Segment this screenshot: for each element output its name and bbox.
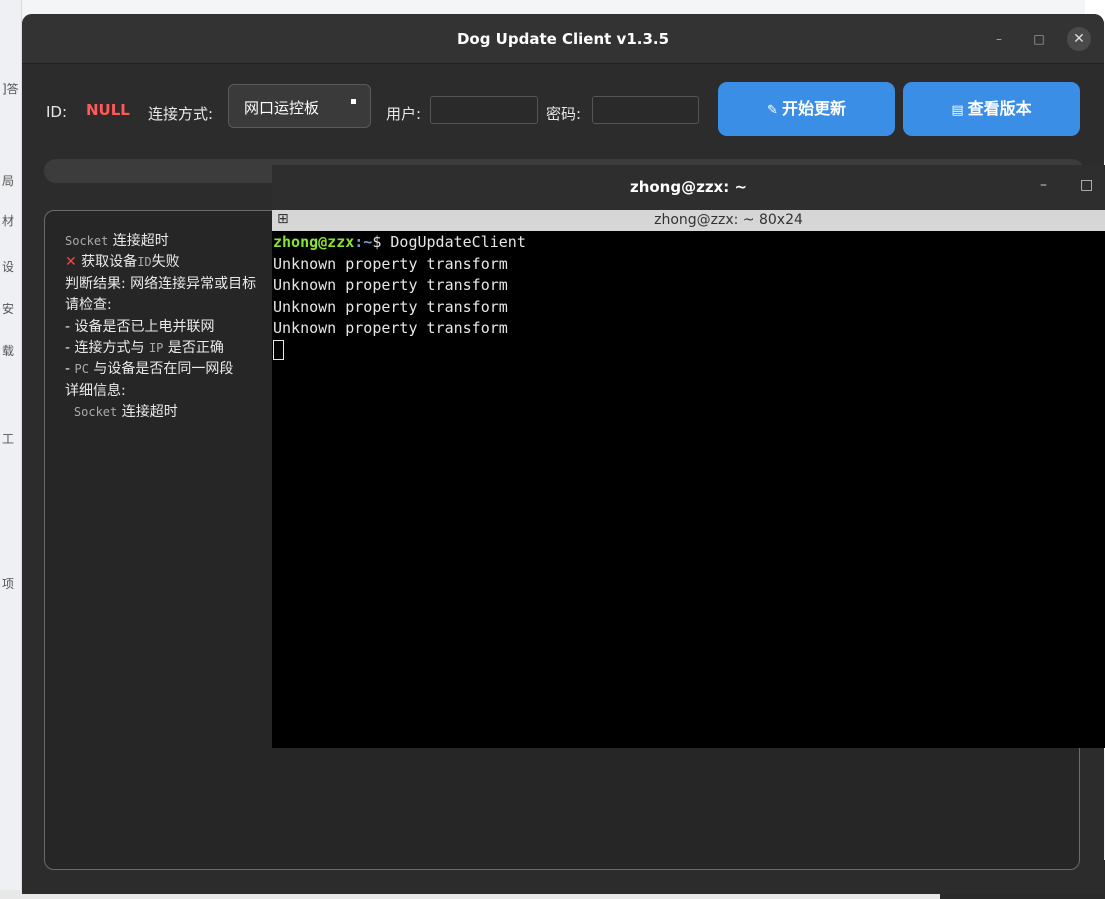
start-update-label: 开始更新 [781,99,846,118]
terminal-maximize-button[interactable]: □ [1080,177,1093,193]
terminal-titlebar[interactable]: zhong@zzx: ~ – □ [272,165,1105,210]
terminal-prompt-line: zhong@zzx:~$ DogUpdateClient [273,232,1105,254]
prompt-user: zhong@zzx [273,233,355,251]
background-glyph: 材 [2,214,15,228]
log-line: 判断结果: 网络连接异常或目标 [65,275,257,292]
log-line: 详细信息: [65,382,126,399]
terminal-minimize-button[interactable]: – [1040,177,1047,193]
connection-select[interactable]: 网口运控板 [228,84,371,128]
close-button[interactable]: ✕ [1067,27,1091,51]
password-label: 密码: [546,105,582,123]
terminal-output-line: Unknown property transform [273,319,508,338]
pencil-icon: ✎ [767,103,778,118]
background-glyph: 设 [2,260,15,274]
background-glyph: ]答 [2,82,19,96]
background-window-strip: ]答 局 材 设 安 载 工 项 [0,0,22,899]
log-line: - 设备是否已上电并联网 [65,318,215,335]
connection-label: 连接方式: [148,105,214,123]
start-update-button[interactable]: ✎ 开始更新 [718,82,895,136]
id-value: NULL [86,101,130,119]
log-line: - PC 与设备是否在同一网段 [65,361,234,378]
terminal-output-line: Unknown property transform [273,254,508,273]
maximize-button[interactable]: □ [1027,27,1051,51]
terminal-output-line: Unknown property transform [273,276,508,295]
log-line: 请检查: [65,297,112,314]
log-line: - 连接方式与 IP 是否正确 [65,340,224,357]
app-titlebar[interactable]: Dog Update Client v1.3.5 – □ ✕ [22,14,1104,64]
background-glyph: 安 [2,302,15,316]
log-line: Socket 连接超时 [65,233,169,249]
terminal-output-line: Unknown property transform [273,297,508,316]
view-version-button[interactable]: ▤ 查看版本 [903,82,1080,136]
background-glyph: 项 [2,577,15,591]
background-glyph: 局 [2,174,15,188]
minimize-button[interactable]: – [987,27,1011,51]
user-input[interactable] [430,96,538,124]
document-icon: ▤ [951,103,964,118]
log-lines: Socket 连接超时 ✕ 获取设备ID失败 判断结果: 网络连接异常或目标 请… [65,231,275,424]
user-label: 用户: [386,105,422,123]
terminal-body[interactable]: zhong@zzx:~$ DogUpdateClient Unknown pro… [272,232,1105,748]
terminal-cursor-line [273,340,1105,362]
terminal-command: DogUpdateClient [390,233,526,251]
terminal-title: zhong@zzx: ~ [629,178,748,196]
terminal-cursor [273,340,284,361]
background-glyph: 工 [2,432,15,446]
terminal-tab-title: zhong@zzx: ~ 80x24 [654,212,803,228]
log-line: Socket 连接超时 [73,404,178,421]
app-title: Dog Update Client v1.3.5 [456,30,670,48]
terminal-window: zhong@zzx: ~ – □ ⊞ zhong@zzx: ~ 80x24 zh… [272,165,1105,748]
toolbar: ID: NULL 连接方式: 网口运控板 用户: 密码: ✎ 开始更新 ▤ 查看版本 [22,64,1104,156]
dropdown-indicator-icon [351,99,356,104]
connection-select-value: 网口运控板 [244,99,320,117]
prompt-path: :~ [354,233,373,251]
terminal-tab-bar: ⊞ zhong@zzx: ~ 80x24 [272,210,1105,231]
error-x-icon: ✕ [65,254,77,271]
background-glyph: 载 [2,344,15,358]
view-version-label: 查看版本 [967,99,1032,118]
prompt-symbol: $ [372,233,391,251]
password-input[interactable] [592,96,699,124]
log-line: ✕ 获取设备ID失败 [65,254,180,271]
id-label: ID: [46,103,68,121]
